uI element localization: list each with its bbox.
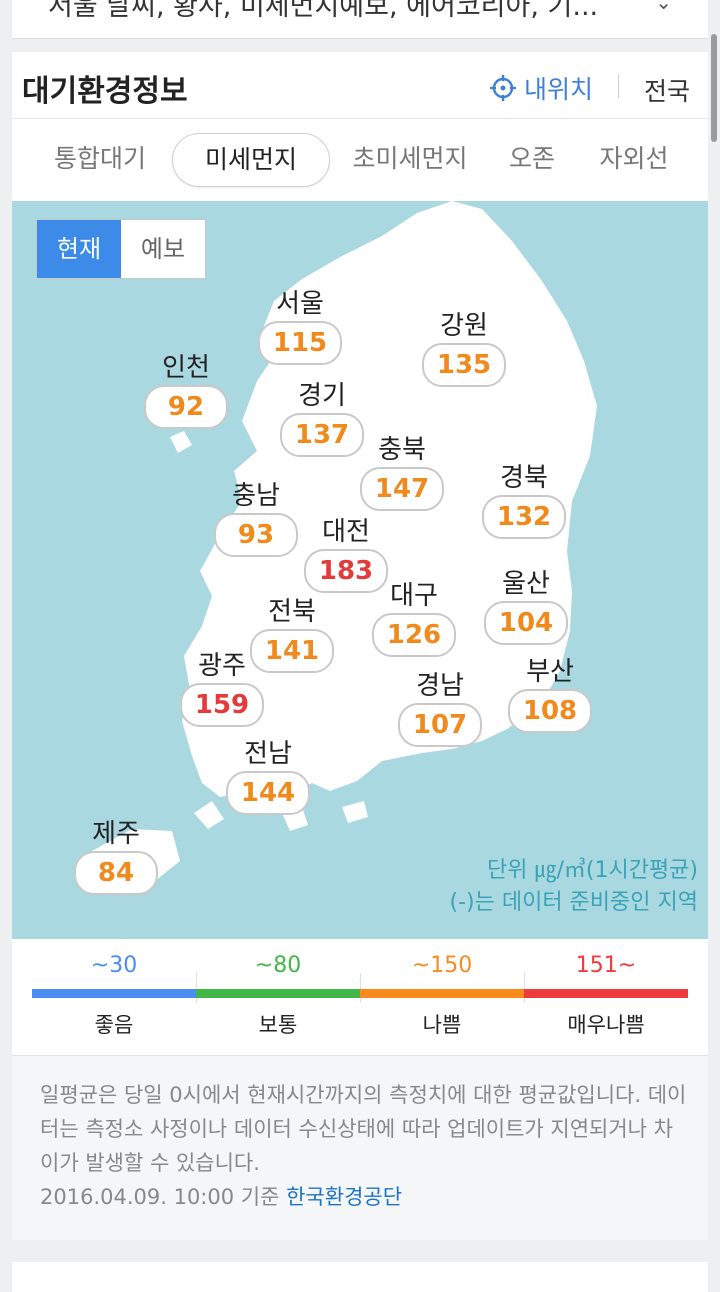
chevron-down-icon[interactable]: ⌄ [655, 0, 672, 14]
nationwide-button[interactable]: 전국 [644, 72, 690, 108]
legend-divider [524, 973, 525, 1003]
legend-divider [196, 973, 197, 1003]
legend-range-normal: ~80 [254, 953, 302, 978]
region-name: 경남 [416, 671, 464, 701]
region-chungnam[interactable]: 충남 93 [206, 481, 306, 557]
toggle-forecast[interactable]: 예보 [121, 220, 205, 278]
region-jeju[interactable]: 제주 84 [66, 819, 166, 895]
data-note: 일평균은 당일 0시에서 현재시간까지의 측정치에 대한 평균값입니다. 데이터… [12, 1056, 708, 1240]
view-toggle: 현재 예보 [36, 219, 206, 279]
region-value: 108 [508, 689, 592, 733]
region-incheon[interactable]: 인천 92 [136, 353, 236, 429]
region-name: 제주 [92, 819, 140, 849]
source-link[interactable]: 한국환경공단 [286, 1185, 402, 1209]
region-daegu[interactable]: 대구 126 [364, 581, 464, 657]
legend-range-good: ~30 [90, 953, 138, 978]
region-jeonnam[interactable]: 전남 144 [218, 739, 318, 815]
legend-range-bad: ~150 [411, 953, 473, 978]
region-chungbuk[interactable]: 충북 147 [352, 435, 452, 511]
my-location-label: 내위치 [524, 75, 594, 104]
region-value: 104 [484, 601, 568, 645]
region-value: 144 [226, 771, 310, 815]
air-quality-legend: ~30 ~80 ~150 151~ 좋음 보통 나쁨 매우나쁨 [12, 939, 708, 1056]
legend-ranges: ~30 ~80 ~150 151~ [32, 953, 688, 1003]
card-header: 대기환경정보 내위치 전국 [12, 52, 708, 118]
toggle-current[interactable]: 현재 [37, 220, 121, 278]
region-value: 93 [214, 513, 298, 557]
region-name: 강원 [440, 311, 488, 341]
unit-note: 단위 ㎍/㎥(1시간평균) (-)는 데이터 준비중인 지역 [450, 855, 699, 919]
legend-label-bad: 나쁨 [422, 1013, 462, 1037]
page-title: 대기환경정보 [22, 74, 188, 109]
region-value: 132 [482, 495, 566, 539]
tab-fine-dust[interactable]: 미세먼지 [172, 133, 330, 187]
legend-label-good: 좋음 [94, 1013, 134, 1037]
region-seoul[interactable]: 서울 115 [250, 289, 350, 365]
region-ulsan[interactable]: 울산 104 [476, 569, 576, 645]
note-text: 일평균은 당일 0시에서 현재시간까지의 측정치에 대한 평균값입니다. 데이터… [40, 1078, 690, 1214]
region-value: 92 [144, 385, 228, 429]
my-location-button[interactable]: 내위치 [490, 70, 593, 106]
region-name: 전북 [268, 597, 316, 627]
legend-range-very-bad: 151~ [575, 953, 637, 978]
region-value: 159 [180, 683, 264, 727]
region-name: 광주 [198, 651, 246, 681]
pending-text: (-)는 데이터 준비중인 지역 [449, 890, 699, 915]
legend-label-very-bad: 매우나쁨 [567, 1013, 645, 1037]
region-name: 부산 [526, 657, 574, 687]
legend-label-normal: 보통 [258, 1013, 298, 1037]
note-body: 일평균은 당일 0시에서 현재시간까지의 측정치에 대한 평균값입니다. 데이터… [40, 1083, 687, 1175]
region-name: 전남 [244, 739, 292, 769]
crosshair-icon [490, 75, 516, 101]
region-name: 경북 [500, 463, 548, 493]
legend-divider [360, 973, 361, 1003]
header-divider [618, 74, 619, 98]
region-name: 대전 [322, 517, 370, 547]
tab-ozone[interactable]: 오존 [496, 133, 568, 185]
region-name: 대구 [390, 581, 438, 611]
region-value: 135 [422, 343, 506, 387]
air-quality-card: 대기환경정보 내위치 전국 통합대기 미세먼지 초미세먼지 오존 자외선 현재 … [12, 52, 708, 1240]
region-value: 126 [372, 613, 456, 657]
region-name: 인천 [162, 353, 210, 383]
region-name: 경기 [298, 381, 346, 411]
region-busan[interactable]: 부산 108 [500, 657, 600, 733]
region-gangwon[interactable]: 강원 135 [414, 311, 514, 387]
legend-bar-very-bad [524, 989, 688, 998]
region-gyeongbuk[interactable]: 경북 132 [474, 463, 574, 539]
legend-color-bar [32, 989, 688, 998]
region-value: 84 [74, 851, 158, 895]
region-gwangju[interactable]: 광주 159 [172, 651, 272, 727]
tab-integrated[interactable]: 통합대기 [40, 133, 160, 185]
scrollbar-thumb[interactable] [711, 34, 717, 142]
tab-uv[interactable]: 자외선 [584, 133, 684, 185]
legend-bar-bad [360, 989, 524, 998]
region-name: 충남 [232, 481, 280, 511]
region-value: 147 [360, 467, 444, 511]
region-name: 울산 [502, 569, 550, 599]
region-name: 서울 [276, 289, 324, 319]
korea-air-map: 현재 예보 서울 115 강원 135 인천 92 경기 137 충북 147 … [12, 201, 708, 939]
region-name: 충북 [378, 435, 426, 465]
tab-ultrafine-dust[interactable]: 초미세먼지 [344, 133, 476, 185]
region-value: 107 [398, 703, 482, 747]
pollutant-tabs: 통합대기 미세먼지 초미세먼지 오존 자외선 [12, 118, 708, 202]
search-suggestion-card[interactable]: 서울 날씨, 황사, 미세먼지예보, 에어코리아, 기... ⌄ [12, 0, 708, 39]
region-value: 115 [258, 321, 342, 365]
legend-bar-good [32, 989, 196, 998]
legend-bar-normal [196, 989, 360, 998]
unit-text: 단위 ㎍/㎥(1시간평균) [486, 858, 698, 883]
timestamp: 2016.04.09. 10:00 기준 [40, 1185, 280, 1209]
region-gyeongnam[interactable]: 경남 107 [390, 671, 490, 747]
next-card [12, 1262, 708, 1292]
suggestion-text: 서울 날씨, 황사, 미세먼지예보, 에어코리아, 기... [48, 0, 599, 22]
